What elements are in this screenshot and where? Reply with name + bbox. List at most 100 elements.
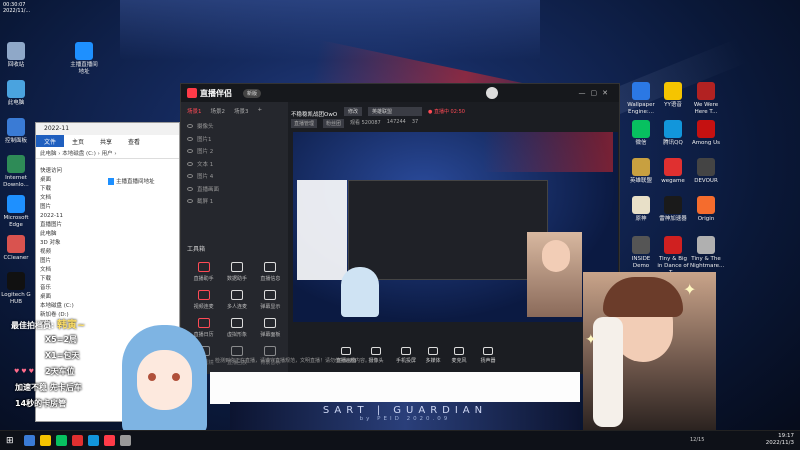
start-button[interactable]: ⊞ xyxy=(6,436,14,446)
desktop-icon[interactable]: 控制面板 xyxy=(0,118,32,145)
fans-tag[interactable]: 粉丝团 xyxy=(323,119,345,128)
control-button[interactable]: 扬声器 xyxy=(476,347,500,364)
explorer-address-bar[interactable]: 此电脑 › 本地磁盘 (C:) › 用户 › xyxy=(36,147,179,159)
nav-item[interactable]: 下载 xyxy=(40,185,102,194)
hearts: ♥ ♥ ♥ xyxy=(14,368,34,375)
taskbar-app-icon[interactable] xyxy=(24,435,35,446)
desktop-icon[interactable]: Tiny & The Nightmare... xyxy=(690,236,724,270)
desktop-icon[interactable]: 回收站 xyxy=(0,42,32,69)
nav-item[interactable]: 文档 xyxy=(40,266,102,275)
avatar[interactable] xyxy=(486,87,498,99)
nav-item[interactable]: 图片 xyxy=(40,257,102,266)
nav-item[interactable]: 桌面 xyxy=(40,293,102,302)
nav-item[interactable]: 下载 xyxy=(40,275,102,284)
desktop-icon-label: Among Us xyxy=(691,140,721,146)
control-button[interactable]: 麦克风 xyxy=(447,347,471,364)
desktop-icon[interactable]: Origin xyxy=(690,196,722,223)
taskbar-app-icon[interactable] xyxy=(56,435,67,446)
nav-item[interactable]: 文档 xyxy=(40,194,102,203)
desktop-icon-label: We Were Here T... xyxy=(693,102,719,115)
tool-button[interactable]: 数据助手 xyxy=(220,262,253,282)
control-button[interactable]: 多媒体 xyxy=(421,347,445,364)
eye-icon[interactable] xyxy=(187,186,193,191)
manage-tag[interactable]: 直播管理 xyxy=(291,119,318,128)
taskbar-app-icon[interactable] xyxy=(40,435,51,446)
tab-scene1[interactable]: 场景1 xyxy=(187,107,202,115)
desktop-icon[interactable]: Tiny & Big in Dance of T... xyxy=(657,236,689,277)
desktop-icon[interactable]: 微信 xyxy=(625,120,657,147)
desktop-icon[interactable]: 此电脑 xyxy=(0,80,32,107)
tool-icon xyxy=(197,290,210,300)
explorer-file-item[interactable]: 主播直播间地址 xyxy=(108,177,155,185)
desktop-icon[interactable]: Logitech G HUB xyxy=(0,272,32,306)
taskbar-app-icon[interactable] xyxy=(104,435,115,446)
taskbar-app-icon[interactable] xyxy=(120,435,131,446)
ribbon-tab-view[interactable]: 查看 xyxy=(120,135,148,147)
tool-button[interactable]: 虚拟形象 xyxy=(220,318,253,338)
tool-button[interactable]: 视频连麦 xyxy=(187,290,220,310)
scene-source-item[interactable]: 文本 1 xyxy=(181,158,288,171)
version-badge[interactable]: 新版 xyxy=(243,89,262,98)
nav-item[interactable]: 音乐 xyxy=(40,284,102,293)
desktop-icon[interactable]: Microsoft Edge xyxy=(0,195,32,229)
scene-source-item[interactable]: 图片 2 xyxy=(181,145,288,158)
eye-icon[interactable] xyxy=(187,174,193,179)
streaming-app-window[interactable]: 直播伴侣 新版 —▢✕ 场景1 场景2 场景3 + 摄像头 图片1 图片 2 文本 1… xyxy=(180,83,714,390)
scene-source-item[interactable]: 摄像头 xyxy=(181,120,288,133)
tool-button[interactable]: 直播助手 xyxy=(187,262,220,282)
nav-item[interactable]: 此电脑 xyxy=(40,230,102,239)
tool-icon xyxy=(264,262,277,272)
nav-item[interactable]: 2022-11 xyxy=(40,212,102,221)
nav-item[interactable]: 图片 xyxy=(40,203,102,212)
desktop-icon[interactable]: Wallpaper Engine:... xyxy=(625,82,657,116)
tool-button[interactable]: 弹幕面板 xyxy=(254,318,287,338)
eye-icon[interactable] xyxy=(187,149,193,154)
desktop-icon[interactable]: 原神 xyxy=(625,196,657,223)
taskbar-app-icon[interactable] xyxy=(88,435,99,446)
eye-icon[interactable] xyxy=(187,124,193,129)
ribbon-tab-home[interactable]: 主页 xyxy=(64,135,92,147)
eye-icon[interactable] xyxy=(187,161,193,166)
desktop-icon[interactable]: 腾讯QQ xyxy=(657,120,689,147)
explorer-title-bar[interactable]: 2022-11 xyxy=(36,123,179,135)
tab-scene3[interactable]: 场景3 xyxy=(234,107,249,115)
desktop-icon[interactable]: We Were Here T... xyxy=(690,82,722,116)
desktop-icon[interactable]: Among Us xyxy=(690,120,722,147)
nav-item[interactable]: 3D 对象 xyxy=(40,239,102,248)
edit-title-button[interactable]: 修改 xyxy=(344,107,363,116)
scene-source-item[interactable]: 截屏 1 xyxy=(181,195,288,208)
app-icon xyxy=(7,80,25,98)
taskbar-app-icon[interactable] xyxy=(72,435,83,446)
taskbar-clock[interactable]: 19:17 2022/11/3 xyxy=(766,433,794,447)
scene-source-item[interactable]: 图片1 xyxy=(181,133,288,146)
eye-icon[interactable] xyxy=(187,199,193,204)
scene-source-item[interactable]: 直播画面 xyxy=(181,183,288,196)
desktop-icon[interactable]: DEVOUR xyxy=(690,158,722,185)
ribbon-tab-share[interactable]: 共享 xyxy=(92,135,120,147)
nav-item[interactable]: 桌面 xyxy=(40,176,102,185)
tool-button[interactable]: 弹幕显示 xyxy=(254,290,287,310)
desktop-icon[interactable]: 雷神加速器 xyxy=(657,196,689,223)
tool-icon xyxy=(230,262,243,272)
desktop-icon[interactable]: INSIDE Demo xyxy=(625,236,657,270)
tool-button[interactable]: 多人连麦 xyxy=(220,290,253,310)
desktop-icon[interactable]: CCleaner xyxy=(0,235,32,262)
control-icon xyxy=(454,347,464,355)
nav-item[interactable]: 快速访问 xyxy=(40,167,102,176)
desktop-icon[interactable]: 主播直播间地址 xyxy=(68,42,100,76)
ribbon-tab-file[interactable]: 文件 xyxy=(36,135,65,147)
window-controls[interactable]: —▢✕ xyxy=(579,89,613,97)
nav-item[interactable]: 直播图片 xyxy=(40,221,102,230)
desktop-icon[interactable]: 英雄联盟 xyxy=(625,158,657,185)
add-scene-button[interactable]: + xyxy=(258,107,263,115)
tool-button[interactable]: 直播信息 xyxy=(254,262,287,282)
scene-source-item[interactable]: 图片 4 xyxy=(181,170,288,183)
tab-scene2[interactable]: 场景2 xyxy=(211,107,226,115)
control-button[interactable]: 手机投屏 xyxy=(394,347,418,364)
desktop-icon[interactable]: Internet Downlo... xyxy=(0,155,32,189)
category-select[interactable]: 英雄联盟 xyxy=(368,107,422,116)
nav-item[interactable]: 视频 xyxy=(40,248,102,257)
desktop-icon[interactable]: YY语音 xyxy=(657,82,689,109)
desktop-icon[interactable]: wegame xyxy=(657,158,689,185)
eye-icon[interactable] xyxy=(187,136,193,141)
